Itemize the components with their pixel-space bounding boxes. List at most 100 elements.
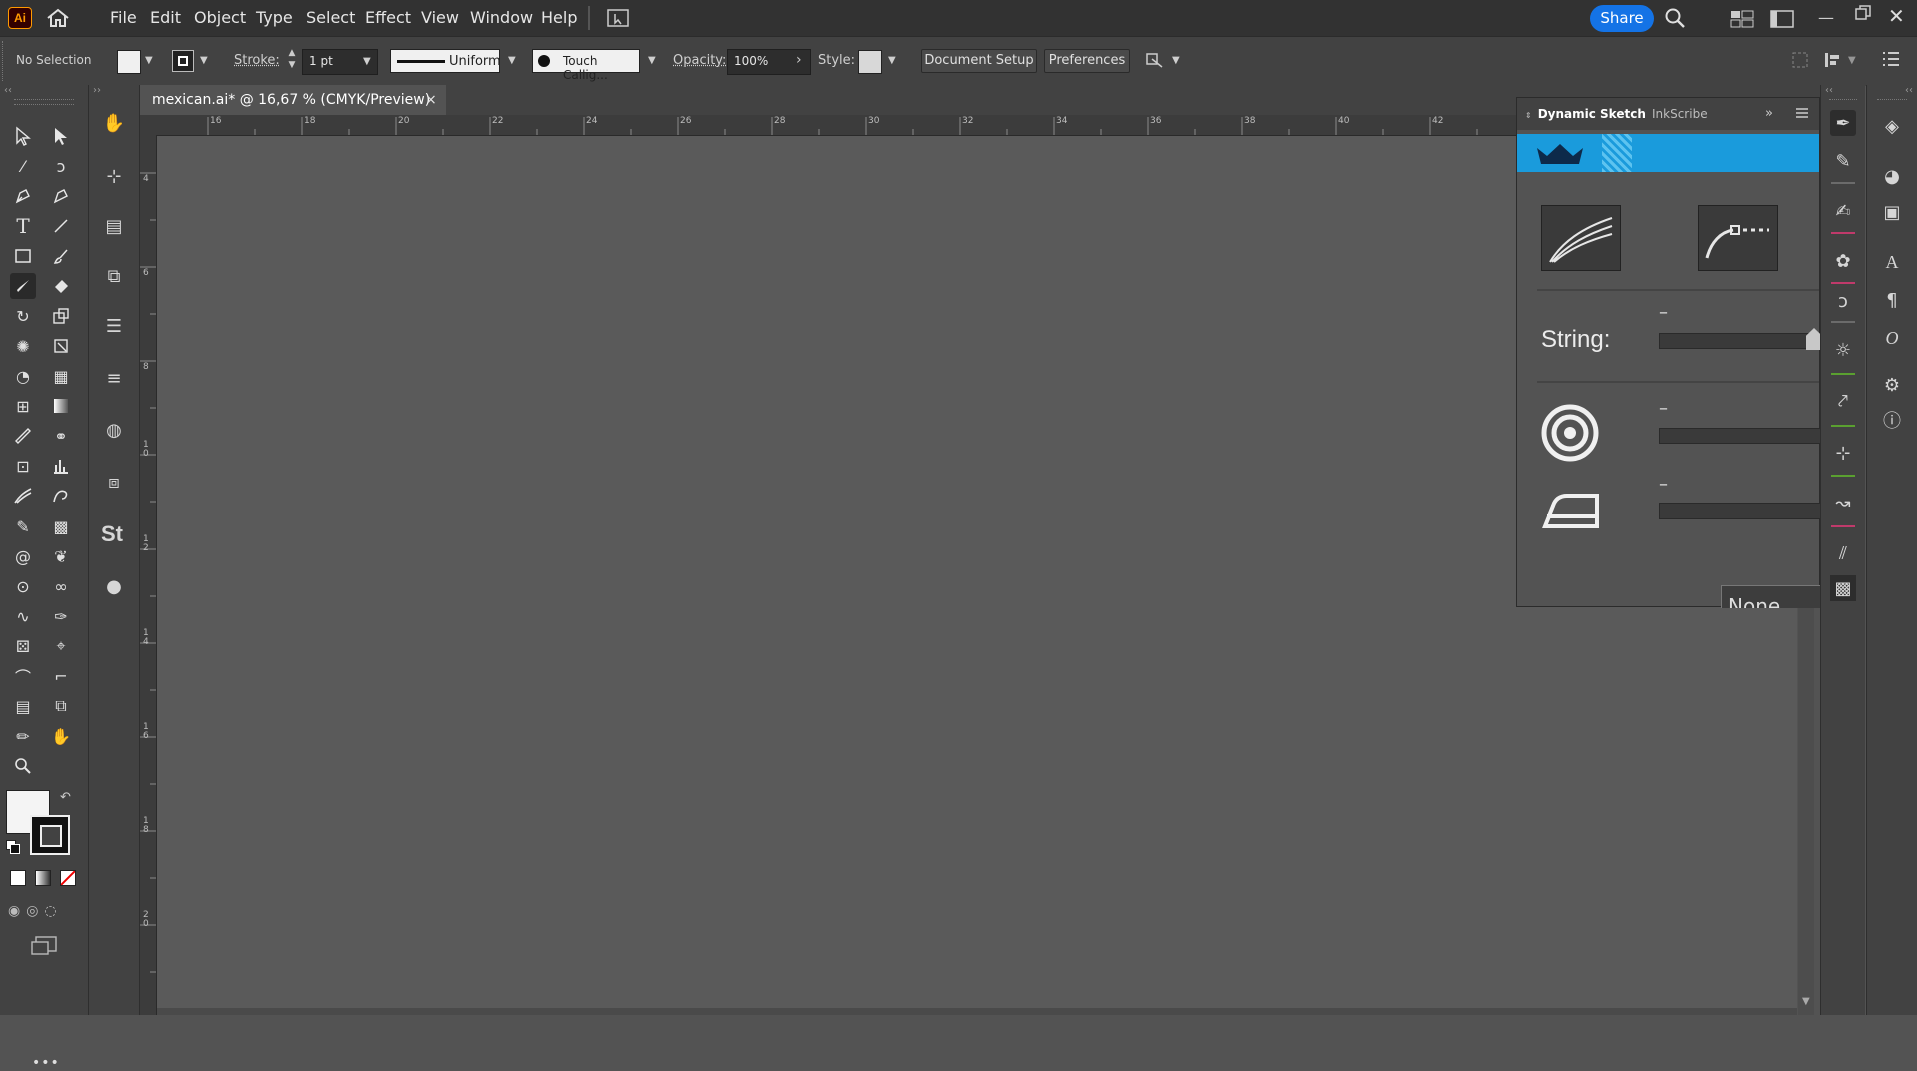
hand-tool-icon[interactable]: ✋ bbox=[48, 723, 74, 749]
arrange-icon[interactable] bbox=[1822, 50, 1842, 70]
crop-artboard-icon[interactable]: ⊹ bbox=[101, 163, 127, 189]
loop-tool-icon[interactable]: ∞ bbox=[48, 573, 74, 599]
inkscribe-tool-icon[interactable] bbox=[48, 483, 74, 509]
move-point-tool-icon[interactable]: ⌖ bbox=[48, 633, 74, 659]
scale-tool-icon[interactable] bbox=[48, 303, 74, 329]
dynamic-sketch-brush-icon[interactable] bbox=[10, 483, 36, 509]
color-guide-icon[interactable]: ◕ bbox=[1879, 163, 1905, 189]
minimize-icon[interactable]: — bbox=[1818, 8, 1834, 27]
symbol-sprayer-tool-icon[interactable]: ⊡ bbox=[10, 453, 36, 479]
properties-sliders-icon[interactable]: ☰ bbox=[101, 313, 127, 339]
fill-swatch[interactable] bbox=[117, 50, 141, 74]
scribble-panel-icon[interactable]: ✿ bbox=[1830, 248, 1856, 274]
control-bar-menu-icon[interactable] bbox=[1882, 51, 1900, 67]
perspective-grid-tool-icon[interactable]: ▦ bbox=[48, 363, 74, 389]
workspace-grid-icon[interactable] bbox=[1730, 10, 1754, 28]
stock-icon[interactable]: St bbox=[99, 521, 125, 547]
share-button[interactable]: Share bbox=[1590, 5, 1654, 32]
transform-panel-icon[interactable]: ⊹ bbox=[1830, 440, 1856, 466]
paintbrush-tool-icon[interactable] bbox=[48, 243, 74, 269]
string-slider[interactable] bbox=[1659, 328, 1822, 350]
inkscribe-panel-icon[interactable]: ✎ bbox=[1830, 148, 1856, 174]
wave-tool-icon[interactable]: ∿ bbox=[10, 603, 36, 629]
menu-type[interactable]: Type bbox=[256, 0, 293, 36]
fill-dropdown-icon[interactable]: ▼ bbox=[145, 55, 153, 66]
document-setup-button[interactable]: Document Setup bbox=[921, 49, 1037, 73]
restore-icon[interactable] bbox=[1854, 4, 1872, 22]
artboard-tool-icon[interactable]: ▤ bbox=[10, 693, 36, 719]
mesh-tool-icon[interactable]: ⊞ bbox=[10, 393, 36, 419]
rectangle-tool-icon[interactable] bbox=[10, 243, 36, 269]
pathfinder-icon[interactable]: ⧉ bbox=[101, 263, 127, 289]
type-tool-icon[interactable]: T bbox=[10, 213, 36, 239]
menu-edit[interactable]: Edit bbox=[150, 0, 181, 36]
menu-object[interactable]: Object bbox=[194, 0, 246, 36]
hatch-panel-icon[interactable]: ⫽ bbox=[1830, 540, 1856, 566]
gradient-tool-icon[interactable] bbox=[48, 393, 74, 419]
dice-tool-icon[interactable]: ⚄ bbox=[10, 633, 36, 659]
slice-tool-icon[interactable]: ⧉ bbox=[48, 693, 74, 719]
stroke-weight-field[interactable]: 1 pt ▼ bbox=[302, 49, 378, 75]
strip-collapse-icon[interactable]: ›› bbox=[93, 85, 101, 96]
character-icon[interactable]: A bbox=[1879, 249, 1905, 275]
control-bar-grip[interactable] bbox=[2, 41, 8, 81]
workspace-panel-icon[interactable] bbox=[1770, 10, 1794, 28]
stroke-stepper[interactable]: ▲ ▼ bbox=[284, 47, 300, 75]
warp-tool-icon[interactable]: ✺ bbox=[10, 333, 36, 359]
opacity-field[interactable]: 100% › bbox=[727, 49, 811, 75]
curve-tool-icon[interactable]: ⌒ bbox=[10, 663, 36, 689]
align-options-dropdown-icon[interactable]: ▼ bbox=[1172, 55, 1180, 66]
spiral-tool-icon[interactable]: @ bbox=[10, 543, 36, 569]
vertical-ruler[interactable]: 4 6 8 1 0 1 2 1 4 1 6 1 8 2 0 bbox=[140, 135, 157, 1015]
simplify-curve-button[interactable] bbox=[1698, 205, 1778, 271]
tools-grip[interactable] bbox=[14, 99, 74, 105]
stroke-swatch[interactable] bbox=[172, 50, 194, 72]
align-panel-icon[interactable]: ▤ bbox=[101, 213, 127, 239]
sketch-pencil-tool-icon[interactable]: ✎ bbox=[10, 513, 36, 539]
preset-dropdown[interactable]: None bbox=[1721, 585, 1821, 608]
panel-menu-icon[interactable] bbox=[1795, 107, 1809, 119]
opacity-label[interactable]: Opacity: bbox=[673, 53, 726, 68]
brush-dropdown-icon[interactable]: ▼ bbox=[648, 55, 656, 66]
lasso-fill-panel-icon[interactable]: ↄ bbox=[1830, 288, 1856, 314]
pen-tool-icon[interactable] bbox=[10, 183, 36, 209]
edit-toolbar-icon[interactable]: ••• bbox=[32, 1055, 60, 1071]
menu-help[interactable]: Help bbox=[541, 0, 577, 36]
none-mode-icon[interactable] bbox=[60, 870, 76, 886]
stroke-color-box[interactable] bbox=[30, 815, 70, 855]
curve-panel-icon[interactable]: ↝ bbox=[1830, 490, 1856, 516]
eraser-tool-icon[interactable] bbox=[48, 273, 74, 299]
orbit-tool-icon[interactable]: ⊙ bbox=[10, 573, 36, 599]
corner-tool-icon[interactable]: ⌐ bbox=[48, 663, 74, 689]
strip1-grip[interactable] bbox=[1829, 99, 1857, 104]
preferences-button[interactable]: Preferences bbox=[1044, 49, 1130, 73]
transform-icon[interactable] bbox=[1790, 50, 1810, 70]
tab-dynamic-sketch[interactable]: ⇕ Dynamic Sketch bbox=[1525, 98, 1646, 130]
texture-panel-icon[interactable]: ▩ bbox=[1830, 575, 1856, 601]
tab-inkscribe[interactable]: InkScribe bbox=[1652, 98, 1708, 130]
arrange-dropdown-icon[interactable]: ▼ bbox=[1848, 55, 1856, 66]
menu-file[interactable]: File bbox=[110, 0, 137, 36]
stroke-swatch-dropdown-icon[interactable]: ▼ bbox=[200, 55, 208, 66]
path-edit-tool-icon[interactable]: ✑ bbox=[48, 603, 74, 629]
zoom-tool-icon[interactable] bbox=[10, 753, 36, 779]
graphic-style-swatch[interactable] bbox=[858, 50, 882, 74]
selection-tool-icon[interactable] bbox=[10, 123, 36, 149]
iron-slider[interactable] bbox=[1659, 503, 1821, 519]
swap-fill-stroke-icon[interactable]: ↶ bbox=[60, 790, 71, 805]
opentype-icon[interactable]: O bbox=[1879, 325, 1905, 351]
gradient-mode-icon[interactable] bbox=[35, 870, 51, 886]
shape-builder-tool-icon[interactable]: ◔ bbox=[10, 363, 36, 389]
stroke-panel-icon[interactable]: ≡ bbox=[101, 365, 127, 391]
draw-modes-icons[interactable]: ◉◎◌ bbox=[8, 903, 74, 921]
magic-wand-tool-icon[interactable]: ⁄ bbox=[10, 153, 36, 179]
strip2-grip[interactable] bbox=[1877, 99, 1907, 104]
eyedropper-tool-icon[interactable] bbox=[10, 423, 36, 449]
menu-effect[interactable]: Effect bbox=[365, 0, 411, 36]
home-icon[interactable] bbox=[46, 8, 70, 28]
style-dropdown-icon[interactable]: ▼ bbox=[888, 55, 896, 66]
symbols-icon[interactable]: ⧈ bbox=[101, 469, 127, 495]
path-panel-icon[interactable]: ⤤ bbox=[1830, 388, 1856, 414]
paragraph-icon[interactable]: ¶ bbox=[1879, 287, 1905, 313]
arrange-documents-icon[interactable] bbox=[606, 8, 630, 28]
